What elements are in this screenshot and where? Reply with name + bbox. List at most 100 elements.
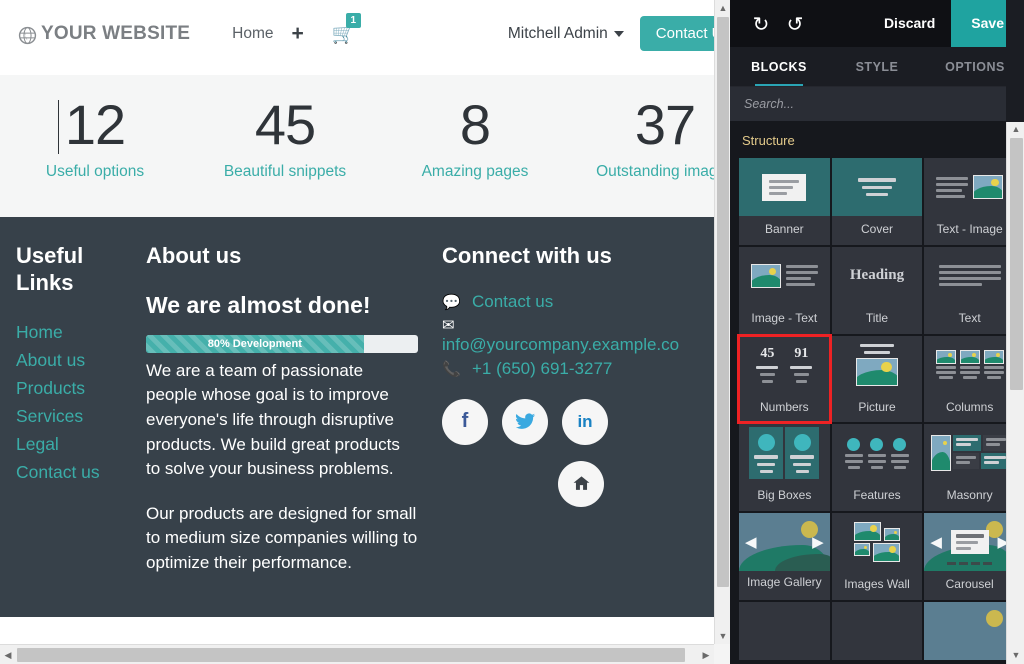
block-thumbnail [924,336,1015,394]
block-masonry[interactable]: Masonry [924,424,1015,512]
block-label: Title [865,310,889,325]
linkedin-icon[interactable]: in [562,398,608,445]
preview-hscroll-thumb[interactable] [17,648,685,662]
footer-about-title: About us [146,242,242,268]
block-label: Columns [945,399,994,414]
block-banner[interactable]: Banner [739,158,830,245]
thumb-number-value: 91 [794,346,809,362]
block-label: Features [853,488,901,503]
footer-link-products[interactable]: Products [16,374,118,402]
number-value: 45 [254,93,316,156]
tab-blocks[interactable]: BLOCKS [730,47,828,86]
preview-vertical-scrollbar[interactable]: ▲ ▼ [714,0,730,644]
block-image-text[interactable]: Image - Text [739,246,830,334]
tab-style[interactable]: STYLE [828,47,926,86]
text-lines-icon [785,265,818,287]
footer-links-title: Useful Links [16,242,84,295]
scroll-down-arrow[interactable]: ▼ [715,628,731,644]
image-icon [855,357,898,386]
blocks-search-bar[interactable] [730,87,1024,121]
image-icon [853,543,870,557]
image-icon [750,263,781,288]
block-thumbnail [739,424,830,482]
nav-item-home[interactable]: Home [232,25,273,43]
block-label: Banner [764,222,804,236]
scroll-to-top-button[interactable] [558,460,604,507]
undo-icon[interactable]: ↻ [744,12,778,36]
editor-scroll-thumb[interactable] [1010,138,1023,390]
cart-button[interactable]: 🛒 1 [332,12,361,46]
scroll-right-arrow[interactable]: ▶ [698,645,714,664]
block-image-gallery[interactable]: ◀ ▶ Image Gallery [739,513,830,600]
block-thumbnail [739,158,830,216]
block-label: Big Boxes [757,488,812,503]
facebook-icon[interactable]: f [442,398,488,445]
twitter-icon[interactable] [502,398,548,445]
carousel-indicators [924,562,1015,566]
footer-link-contact[interactable]: Contact us [16,458,118,486]
block-thumbnail [832,513,923,571]
footer-link-services[interactable]: Services [16,402,118,430]
editor-scroll-down-arrow[interactable]: ▼ [1007,648,1024,662]
numbers-section[interactable]: 12 Useful options 45 Beautiful snippets … [0,68,714,217]
footer-link-about[interactable]: About us [16,346,118,374]
block-cover[interactable]: Cover [831,158,923,245]
search-input[interactable] [744,97,1010,111]
editor-scroll-up-arrow[interactable]: ▲ [1007,122,1024,136]
number-block-3[interactable]: 8 Amazing pages [380,93,570,181]
number-thumb-2: 91 [790,346,813,384]
footer-connect-title: Connect with us [442,242,612,268]
block-numbers[interactable]: 45 91 Numbers [737,333,832,425]
block-carousel[interactable]: ◀ ▶ Carousel [924,513,1015,600]
number-value: 8 [459,93,491,156]
preview-horizontal-scrollbar[interactable]: ◀ ▶ [0,644,714,664]
block-features[interactable]: Features [831,424,923,512]
block-columns[interactable]: Columns [924,335,1015,423]
column-item [983,350,1004,380]
number-block-1[interactable]: 12 Useful options [0,95,190,181]
block-next-row-1[interactable] [739,601,830,660]
discard-button[interactable]: Discard [868,0,951,47]
scroll-left-arrow[interactable]: ◀ [0,645,16,664]
text-lines-icon [938,265,1001,287]
number-block-4[interactable]: 37 Outstanding images [570,95,714,181]
column-item [959,350,980,380]
preview-scroll-thumb[interactable] [717,17,729,587]
block-next-row-2[interactable] [831,601,923,660]
footer-contact-link[interactable]: Contact us [472,292,553,312]
number-label: Useful options [45,162,145,180]
footer-link-legal[interactable]: Legal [16,430,118,458]
plus-icon[interactable]: + [292,23,304,44]
column-item [935,350,956,380]
contact-us-button[interactable]: Contact Us [639,16,714,51]
footer-phone[interactable]: +1 (650) 691-3277 [472,359,612,379]
site-footer: Useful Links Home About us Products Serv… [0,216,714,617]
site-brand[interactable]: YOUR WEBSITE [18,23,190,45]
footer-email[interactable]: info@yourcompany.example.co [442,335,679,355]
website-preview-pane[interactable]: YOUR WEBSITE Home + 🛒 1 Mitchell Admin C… [0,0,714,644]
scroll-up-arrow[interactable]: ▲ [715,0,731,16]
feature-item [867,437,886,469]
redo-icon[interactable]: ↺ [778,12,812,36]
footer-about-paragraph-1: We are a team of passionate people whose… [146,360,400,479]
picture-thumb-icon [855,343,898,386]
block-label: Image - Text [751,310,818,325]
block-text[interactable]: Text [924,246,1015,334]
number-label: Beautiful snippets [223,162,347,180]
image-icon [883,528,900,542]
blocks-scroll-area[interactable]: Structure Banner Cover Text - Image Imag… [730,121,1024,664]
block-big-boxes[interactable]: Big Boxes [739,424,830,512]
block-title[interactable]: Heading Title [831,246,923,334]
block-picture[interactable]: Picture [831,335,923,423]
user-menu[interactable]: Mitchell Admin [508,25,624,43]
footer-link-home[interactable]: Home [16,318,118,346]
footer-links-column: Useful Links Home About us Products Serv… [0,243,132,617]
heading-text-icon: Heading [849,267,905,284]
block-label: Masonry [946,488,993,503]
block-images-wall[interactable]: Images Wall [831,513,923,600]
envelope-icon: ✉ [442,316,455,334]
block-text-image[interactable]: Text - Image [924,158,1015,245]
block-next-row-3[interactable] [924,601,1015,660]
number-block-2[interactable]: 45 Beautiful snippets [190,93,380,181]
progress-bar-fill: 80% Development [146,334,364,353]
